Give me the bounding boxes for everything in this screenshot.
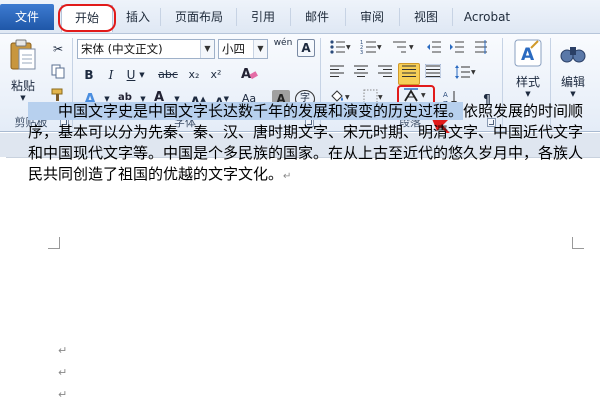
align-right-icon xyxy=(378,65,392,77)
cut-button[interactable]: ✂ xyxy=(47,39,69,59)
paragraph-mark: ↵ xyxy=(283,171,292,182)
editing-label: 编辑 xyxy=(560,75,585,89)
font-size-value: 小四 xyxy=(222,42,245,56)
svg-text:A: A xyxy=(241,67,251,81)
numbering-icon: 123 ▼ xyxy=(360,40,382,56)
svg-text:▼: ▼ xyxy=(345,94,350,101)
distributed-icon xyxy=(424,63,442,79)
crop-mark xyxy=(572,237,584,249)
document-page[interactable] xyxy=(6,157,600,400)
chevron-down-icon[interactable]: ▼ xyxy=(136,65,148,85)
svg-text:▼: ▼ xyxy=(409,44,414,51)
tab-mailings[interactable]: 邮件 xyxy=(297,6,337,28)
document-paragraph[interactable]: 中国文字史是中国文字长达数千年的发展和演变的历史过程。依照发展的时间顺序，基本可… xyxy=(28,101,584,187)
tab-divider xyxy=(452,8,453,26)
phonetic-guide-button[interactable]: wén xyxy=(271,38,295,58)
paragraph-mark: ↵ xyxy=(58,344,68,357)
subscript-button[interactable]: x₂ xyxy=(183,65,205,85)
tab-divider xyxy=(345,8,346,26)
tab-acrobat[interactable]: Acrobat xyxy=(458,6,516,28)
chinese-layout-icon xyxy=(475,40,487,54)
clear-formatting-button[interactable]: A xyxy=(238,65,260,85)
numbering-button[interactable]: 123 ▼ xyxy=(357,39,385,59)
line-spacing-icon: ▼ xyxy=(455,65,476,79)
copy-icon xyxy=(51,64,65,79)
styles-icon: A xyxy=(514,39,542,67)
superscript-button[interactable]: x² xyxy=(205,65,227,85)
multilevel-list-button[interactable]: ▼ xyxy=(389,39,417,59)
svg-text:A: A xyxy=(521,45,535,65)
chevron-down-icon: ▼ xyxy=(570,90,576,98)
tab-view[interactable]: 视图 xyxy=(406,6,446,28)
paste-label: 粘贴 xyxy=(10,79,35,93)
tab-references[interactable]: 引用 xyxy=(243,6,283,28)
font-size-combo[interactable]: 小四 ▼ xyxy=(218,39,268,59)
bullets-button[interactable]: ▼ xyxy=(326,39,354,59)
distributed-button[interactable] xyxy=(422,63,444,84)
align-center-icon xyxy=(354,65,368,77)
tab-divider xyxy=(236,8,237,26)
tab-page-layout[interactable]: 页面布局 xyxy=(166,6,232,28)
svg-text:▼: ▼ xyxy=(377,44,382,51)
chevron-down-icon: ▼ xyxy=(525,90,531,98)
align-right-button[interactable] xyxy=(374,64,396,84)
font-name-value: 宋体 (中文正文) xyxy=(81,42,163,56)
decrease-indent-icon xyxy=(427,41,441,53)
binoculars-icon xyxy=(560,47,586,63)
paragraph-mark: ↵ xyxy=(58,366,68,379)
phonetic-guide-label: wén xyxy=(273,38,293,48)
strikethrough-button[interactable]: abc xyxy=(155,65,181,85)
justify-icon xyxy=(402,65,416,77)
tab-divider xyxy=(290,8,291,26)
svg-text:▼: ▼ xyxy=(346,44,351,51)
paste-icon xyxy=(10,39,36,70)
italic-button[interactable]: I xyxy=(100,65,122,85)
tab-divider xyxy=(160,8,161,26)
font-name-combo[interactable]: 宋体 (中文正文) ▼ xyxy=(77,39,215,59)
character-border-button[interactable]: A xyxy=(297,39,315,57)
clear-formatting-icon: A xyxy=(241,67,258,82)
scissors-icon: ✂ xyxy=(52,42,64,56)
chinese-layout-button[interactable] xyxy=(470,39,492,59)
chevron-down-icon[interactable]: ▼ xyxy=(200,40,214,58)
bold-button[interactable]: B xyxy=(78,65,100,85)
copy-button[interactable] xyxy=(47,63,69,83)
selected-text[interactable]: 中国文字史是中国文字长达数千年的发展和演变的历史过程。 xyxy=(28,102,464,120)
paste-button[interactable]: 粘贴 ▼ xyxy=(6,38,40,102)
styles-label: 样式 xyxy=(515,75,540,89)
multilevel-list-icon: ▼ xyxy=(393,41,414,53)
svg-text:▼: ▼ xyxy=(471,69,476,76)
justify-button[interactable] xyxy=(398,63,420,85)
crop-mark xyxy=(48,237,60,249)
align-left-icon xyxy=(330,65,344,77)
increase-indent-button[interactable] xyxy=(446,39,468,59)
paragraph-mark: ↵ xyxy=(58,388,68,400)
line-spacing-button[interactable]: ▼ xyxy=(452,64,478,84)
chevron-down-icon[interactable]: ▼ xyxy=(253,40,267,58)
tab-file[interactable]: 文件 xyxy=(0,4,54,30)
ribbon-tab-bar: 文件 开始 插入 页面布局 引用 邮件 审阅 视图 Acrobat xyxy=(0,0,600,34)
svg-text:A: A xyxy=(443,91,448,99)
align-left-button[interactable] xyxy=(326,64,348,84)
decrease-indent-button[interactable] xyxy=(423,39,445,59)
svg-text:3: 3 xyxy=(360,50,363,55)
increase-indent-icon xyxy=(450,41,464,53)
tab-home[interactable]: 开始 xyxy=(61,5,113,32)
svg-text:▼: ▼ xyxy=(378,94,383,101)
tab-insert[interactable]: 插入 xyxy=(121,6,155,28)
align-center-button[interactable] xyxy=(350,64,372,84)
tab-divider xyxy=(399,8,400,26)
bullets-icon: ▼ xyxy=(330,40,351,54)
tab-review[interactable]: 审阅 xyxy=(352,6,392,28)
